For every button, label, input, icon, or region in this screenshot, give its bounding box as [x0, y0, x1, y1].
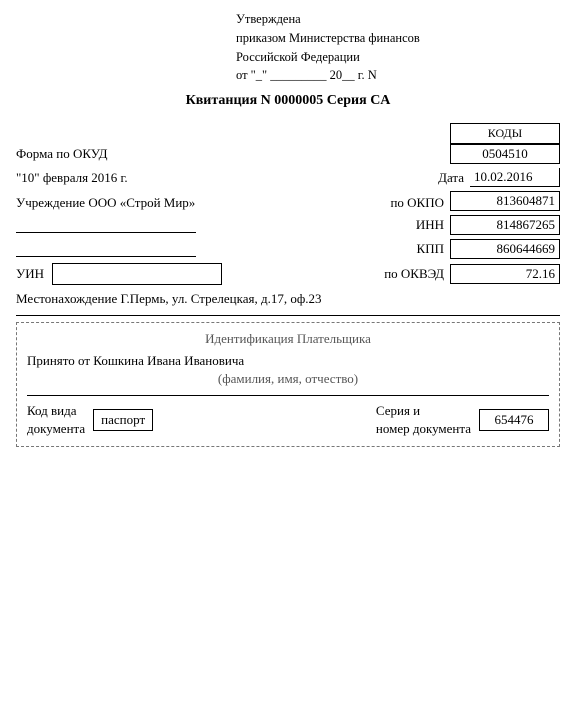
- inn-label: ИНН: [416, 217, 444, 233]
- approval-line1: Утверждена: [236, 10, 560, 29]
- okpo-label: по ОКПО: [390, 195, 444, 211]
- approval-line4: от "_" _________ 20__ г. N: [236, 66, 560, 85]
- doc-right: Серия и номер документа 654476: [153, 402, 549, 438]
- uin-label: УИН: [16, 266, 44, 282]
- okud-row: Форма по ОКУД 0504510: [16, 144, 560, 164]
- approval-text: Утверждена приказом Министерства финансо…: [236, 10, 560, 85]
- payer-section: Идентификация Плательщика Принято от Кош…: [16, 322, 560, 447]
- okved-value: 72.16: [450, 264, 560, 284]
- doc-row: Код вида документа паспорт Серия и номер…: [27, 402, 549, 438]
- doc-number-label: Серия и номер документа: [376, 402, 471, 438]
- approval-line3: Российской Федерации: [236, 48, 560, 67]
- receipt-title: Квитанция N 0000005 Серия CA: [16, 93, 560, 109]
- doc-type-value[interactable]: паспорт: [93, 409, 153, 431]
- address-row: Местонахождение Г.Пермь, ул. Стрелецкая,…: [16, 291, 560, 307]
- date-left-text: "10" февраля 2016 г.: [16, 170, 438, 186]
- org-row: Учреждение ООО «Строй Мир» по ОКПО 81360…: [16, 191, 560, 211]
- uin-right: по ОКВЭД 72.16: [222, 264, 560, 284]
- doc-type-label: Код вида документа: [27, 402, 85, 438]
- codes-section: КОДЫ: [16, 123, 560, 144]
- divider-solid: [16, 315, 560, 316]
- payer-inner-divider: [27, 395, 549, 396]
- underline-row-1: ИНН 814867265: [16, 215, 560, 235]
- inn-value: 814867265: [450, 215, 560, 235]
- okpo-value: 813604871: [450, 191, 560, 211]
- underline-row-2: КПП 860644669: [16, 239, 560, 259]
- okud-label: Форма по ОКУД: [16, 146, 450, 162]
- doc-number-value[interactable]: 654476: [479, 409, 549, 431]
- uin-input[interactable]: [52, 263, 222, 285]
- approval-line2: приказом Министерства финансов: [236, 29, 560, 48]
- uin-row: УИН по ОКВЭД 72.16: [16, 263, 560, 285]
- payer-hint: (фамилия, имя, отчество): [27, 371, 549, 387]
- org-label: Учреждение ООО «Строй Мир»: [16, 195, 390, 211]
- date-label: Дата: [438, 170, 464, 186]
- payer-name: Принято от Кошкина Ивана Ивановича: [27, 353, 549, 369]
- date-value: 10.02.2016: [470, 168, 560, 187]
- underline-1: [16, 215, 196, 233]
- kpp-label: КПП: [417, 241, 444, 257]
- date-right: Дата 10.02.2016: [438, 168, 560, 187]
- codes-header: КОДЫ: [450, 123, 560, 144]
- okved-label: по ОКВЭД: [384, 266, 444, 282]
- payer-identification-title: Идентификация Плательщика: [27, 331, 549, 347]
- okud-value: 0504510: [450, 144, 560, 164]
- kpp-value: 860644669: [450, 239, 560, 259]
- date-row: "10" февраля 2016 г. Дата 10.02.2016: [16, 168, 560, 187]
- underline-2: [16, 239, 196, 257]
